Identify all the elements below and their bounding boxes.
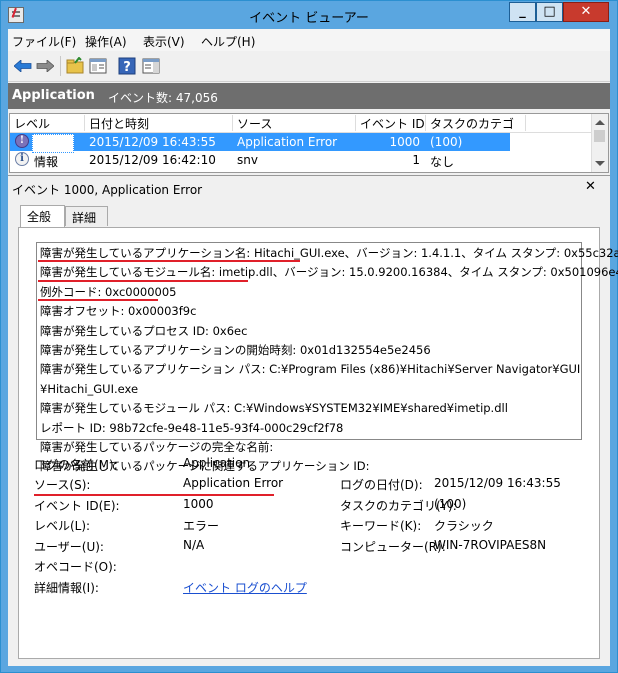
opcode-label: オペコード(O): — [34, 560, 117, 574]
tab-general[interactable]: 全般 — [20, 205, 65, 227]
source-value: Application Error — [183, 476, 284, 490]
annotation-underline — [34, 494, 274, 496]
detail-title: イベント 1000, Application Error — [12, 183, 203, 197]
svg-text:?: ? — [123, 60, 131, 75]
row-event-id: 1 — [412, 153, 420, 167]
event-id-label: イベント ID(E): — [34, 499, 120, 513]
level-value: エラー — [183, 519, 220, 533]
event-description[interactable]: 障害が発生しているアプリケーション名: Hitachi_GUI.exe、バージョ… — [36, 242, 618, 473]
description-line: 障害が発生しているアプリケーションの開始時刻: 0x01d132554e5e24… — [40, 342, 431, 357]
event-count: イベント数: 47,056 — [108, 91, 218, 105]
description-line: 障害が発生しているパッケージの完全な名前: — [40, 439, 274, 454]
column-header-event-id[interactable]: イベント ID — [356, 115, 426, 131]
row-datetime: 2015/12/09 16:43:55 — [89, 135, 216, 149]
list-header: レベル 日付と時刻 ソース イベント ID タスクのカテゴリ — [10, 114, 592, 148]
title-bar[interactable]: イベント ビューアー _ □ ✕ — [1, 1, 617, 29]
user-value: N/A — [183, 538, 205, 552]
user-label: ユーザー(U): — [34, 540, 104, 554]
row-source: snv — [237, 153, 258, 167]
detail-close-icon[interactable]: ✕ — [585, 179, 596, 194]
minimize-button[interactable]: _ — [509, 2, 536, 22]
annotation-underline — [38, 280, 248, 282]
description-line: 障害オフセット: 0x00003f9c — [40, 304, 197, 319]
row-source: Application Error — [237, 135, 338, 149]
menu-bar: ファイル(F) 操作(A) 表示(V) ヘルプ(H) — [8, 29, 610, 51]
description-line: レポート ID: 98b72cfe-9e48-11e5-93f4-000c29c… — [40, 420, 344, 435]
menu-help[interactable]: ヘルプ(H) — [201, 33, 255, 50]
task-category-value: (100) — [434, 497, 467, 511]
scroll-thumb[interactable] — [594, 130, 605, 142]
scroll-up-arrow-icon[interactable] — [595, 120, 605, 125]
keywords-value: クラシック — [434, 519, 494, 533]
computer-label: コンピューター(R): — [340, 540, 446, 554]
event-id-value: 1000 — [183, 497, 214, 511]
event-viewer-window: イベント ビューアー _ □ ✕ ファイル(F) 操作(A) 表示(V) ヘルプ… — [0, 0, 618, 673]
help-icon[interactable]: ? — [118, 57, 136, 75]
folder-up-icon[interactable] — [66, 57, 84, 75]
menu-file[interactable]: ファイル(F) — [12, 33, 76, 50]
menu-view[interactable]: 表示(V) — [143, 33, 185, 50]
description-line: 障害が発生しているアプリケーション パス: C:¥Program Files (… — [40, 362, 581, 377]
event-log-help-link[interactable]: イベント ログのヘルプ — [183, 579, 307, 596]
row-level: 情報 — [34, 155, 59, 169]
annotation-underline — [38, 260, 300, 262]
logged-value: 2015/12/09 16:43:55 — [434, 476, 561, 490]
show-hide-pane-icon[interactable] — [142, 57, 160, 75]
table-row[interactable]: ! エラー 2015/12/09 16:43:55 Application Er… — [10, 133, 510, 153]
client-area: ファイル(F) 操作(A) 表示(V) ヘルプ(H) ? Application… — [8, 29, 618, 666]
description-line: 障害が発生しているプロセス ID: 0x6ec — [40, 323, 248, 338]
logged-label: ログの日付(D): — [340, 478, 423, 492]
row-task-category: (100) — [430, 135, 463, 149]
table-row[interactable]: i 情報 2015/12/09 16:42:10 snv 1 なし — [10, 151, 592, 169]
log-name: Application — [12, 88, 95, 103]
forward-arrow-icon[interactable] — [36, 60, 54, 72]
computer-value: WIN-7ROVIPAES8N — [434, 538, 547, 552]
more-info-label: 詳細情報(I): — [34, 581, 99, 595]
toolbar-separator — [60, 56, 61, 76]
log-name-value: Application — [183, 456, 251, 470]
error-level-icon: ! — [15, 134, 29, 148]
event-detail-pane: イベント 1000, Application Error ✕ 全般 詳細 障害が… — [8, 175, 618, 666]
column-header-task-category[interactable]: タスクのカテゴリ — [426, 115, 526, 148]
column-header-source[interactable]: ソース — [233, 115, 356, 131]
properties-icon[interactable] — [89, 57, 107, 75]
source-label: ソース(S): — [34, 478, 91, 492]
list-vertical-scrollbar[interactable] — [591, 114, 608, 172]
log-name-label: ログの名前(M): — [34, 458, 118, 472]
keywords-label: キーワード(K): — [340, 519, 422, 533]
column-header-datetime[interactable]: 日付と時刻 — [85, 115, 233, 131]
info-level-icon: i — [15, 152, 29, 166]
description-line: ¥Hitachi_GUI.exe — [40, 381, 139, 396]
back-arrow-icon[interactable] — [14, 60, 32, 72]
description-line: 障害が発生しているモジュール パス: C:¥Windows¥SYSTEM32¥I… — [40, 401, 508, 416]
close-button[interactable]: ✕ — [563, 2, 609, 22]
event-list[interactable]: レベル 日付と時刻 ソース イベント ID タスクのカテゴリ ! エラー 201… — [9, 113, 609, 173]
tab-details[interactable]: 詳細 — [65, 206, 108, 226]
menu-action[interactable]: 操作(A) — [85, 33, 127, 50]
row-event-id: 1000 — [389, 135, 420, 149]
log-header: Application イベント数: 47,056 — [8, 83, 610, 109]
general-tab-panel: 障害が発生しているアプリケーション名: Hitachi_GUI.exe、バージョ… — [18, 227, 618, 659]
row-datetime: 2015/12/09 16:42:10 — [89, 153, 216, 167]
column-header-level[interactable]: レベル — [10, 115, 85, 131]
description-line: 障害が発生しているパッケージに関連するアプリケーション ID: — [40, 459, 370, 474]
toolbar: ? — [8, 51, 610, 82]
maximize-button[interactable]: □ — [536, 2, 563, 22]
annotation-underline — [38, 299, 158, 301]
level-label: レベル(L): — [34, 519, 91, 533]
scroll-down-arrow-icon[interactable] — [595, 161, 605, 166]
row-task-category: なし — [430, 155, 455, 169]
